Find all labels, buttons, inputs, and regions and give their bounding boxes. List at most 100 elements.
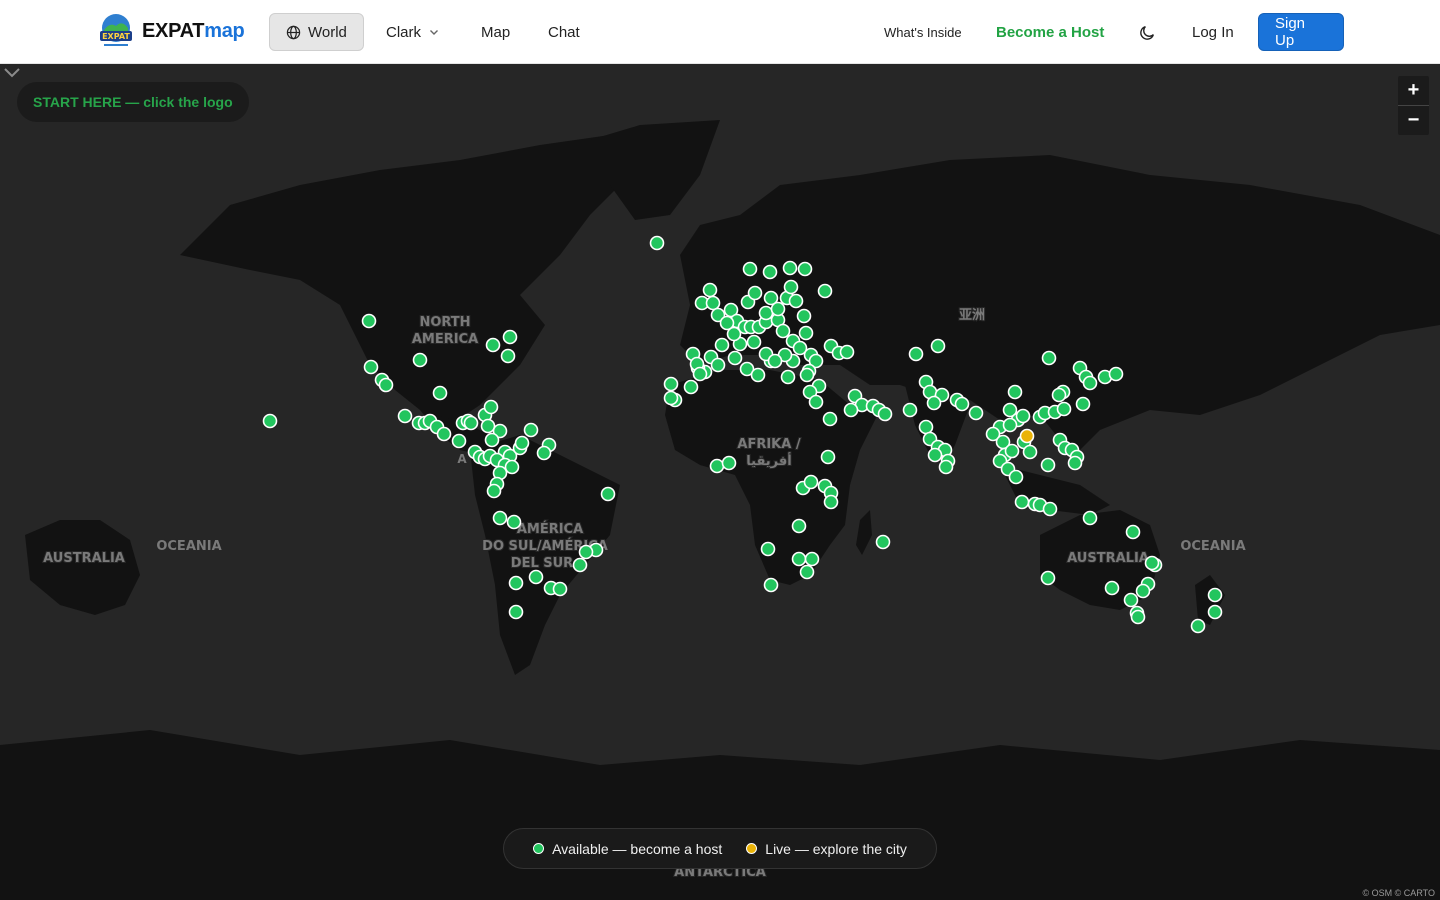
city-pin-available[interactable] (705, 295, 721, 311)
city-pin-available[interactable] (649, 235, 665, 251)
city-pin-available[interactable] (504, 459, 520, 475)
start-here-hint[interactable]: START HERE — click the logo (17, 82, 249, 122)
city-pin-available[interactable] (1022, 444, 1038, 460)
city-pin-available[interactable] (762, 264, 778, 280)
city-pin-available[interactable] (1067, 455, 1083, 471)
signup-button[interactable]: Sign Up (1258, 13, 1344, 51)
scroll-down-chevron-icon[interactable] (0, 65, 24, 81)
city-pin-available[interactable] (1207, 604, 1223, 620)
city-pin-available[interactable] (1040, 457, 1056, 473)
city-pin-available[interactable] (930, 338, 946, 354)
city-pin-available[interactable] (1135, 583, 1151, 599)
city-pin-available[interactable] (1040, 570, 1056, 586)
city-pin-available[interactable] (492, 510, 508, 526)
city-pin-available[interactable] (1207, 587, 1223, 603)
city-pin-available[interactable] (1041, 350, 1057, 366)
city-pin-available[interactable] (820, 449, 836, 465)
city-pin-available[interactable] (839, 344, 855, 360)
city-pin-available[interactable] (485, 337, 501, 353)
world-button[interactable]: World (269, 13, 364, 51)
city-pin-available[interactable] (1015, 408, 1031, 424)
city-pin-available[interactable] (758, 305, 774, 321)
city-pin-available[interactable] (1130, 609, 1146, 625)
city-pin-available[interactable] (1104, 580, 1120, 596)
zoom-in-button[interactable]: + (1398, 76, 1429, 105)
city-pin-available[interactable] (750, 367, 766, 383)
theme-toggle-button[interactable] (1127, 13, 1168, 51)
city-pin-available[interactable] (484, 432, 500, 448)
city-pin-available[interactable] (262, 413, 278, 429)
city-pin-available[interactable] (804, 551, 820, 567)
city-pin-available[interactable] (721, 455, 737, 471)
city-pin-live[interactable] (1019, 428, 1035, 444)
city-pin-available[interactable] (1004, 443, 1020, 459)
city-pin-available[interactable] (412, 352, 428, 368)
city-pin-available[interactable] (1190, 618, 1206, 634)
city-pin-available[interactable] (508, 575, 524, 591)
city-pin-available[interactable] (938, 459, 954, 475)
city-pin-available[interactable] (692, 366, 708, 382)
city-pin-available[interactable] (702, 282, 718, 298)
city-pin-available[interactable] (451, 433, 467, 449)
nav-chat-link[interactable]: Chat (532, 13, 596, 51)
city-pin-available[interactable] (463, 415, 479, 431)
city-pin-available[interactable] (1051, 387, 1067, 403)
city-dropdown[interactable]: Clark (370, 13, 456, 51)
city-pin-available[interactable] (514, 435, 530, 451)
city-pin-available[interactable] (1075, 396, 1091, 412)
city-pin-available[interactable] (747, 285, 763, 301)
city-pin-available[interactable] (760, 541, 776, 557)
city-pin-available[interactable] (361, 313, 377, 329)
city-pin-available[interactable] (746, 334, 762, 350)
city-pin-available[interactable] (663, 390, 679, 406)
city-pin-available[interactable] (378, 377, 394, 393)
city-pin-available[interactable] (528, 569, 544, 585)
city-pin-available[interactable] (727, 350, 743, 366)
city-pin-available[interactable] (775, 323, 791, 339)
city-pin-available[interactable] (432, 385, 448, 401)
city-pin-available[interactable] (968, 405, 984, 421)
city-pin-available[interactable] (799, 564, 815, 580)
city-pin-available[interactable] (797, 261, 813, 277)
city-pin-available[interactable] (902, 402, 918, 418)
city-pin-available[interactable] (875, 534, 891, 550)
city-pin-available[interactable] (1144, 555, 1160, 571)
city-pin-available[interactable] (710, 357, 726, 373)
city-pin-available[interactable] (486, 483, 502, 499)
logo[interactable]: EXPAT EXPATmap (98, 12, 245, 50)
city-pin-available[interactable] (798, 325, 814, 341)
city-pin-available[interactable] (843, 402, 859, 418)
city-pin-available[interactable] (502, 329, 518, 345)
city-pin-available[interactable] (578, 544, 594, 560)
city-pin-available[interactable] (552, 581, 568, 597)
city-pin-available[interactable] (500, 348, 516, 364)
city-pin-available[interactable] (600, 486, 616, 502)
city-pin-available[interactable] (1042, 501, 1058, 517)
city-pin-available[interactable] (1056, 401, 1072, 417)
city-pin-available[interactable] (791, 551, 807, 567)
whats-inside-link[interactable]: What's Inside (868, 13, 978, 51)
city-pin-available[interactable] (877, 406, 893, 422)
city-pin-available[interactable] (436, 426, 452, 442)
city-pin-available[interactable] (483, 399, 499, 415)
city-pin-available[interactable] (1082, 375, 1098, 391)
city-pin-available[interactable] (663, 376, 679, 392)
city-pin-available[interactable] (536, 445, 552, 461)
become-host-link[interactable]: Become a Host (980, 13, 1120, 51)
city-pin-available[interactable] (719, 315, 735, 331)
city-pin-available[interactable] (709, 458, 725, 474)
city-pin-available[interactable] (817, 283, 833, 299)
city-pin-available[interactable] (767, 353, 783, 369)
city-pin-available[interactable] (363, 359, 379, 375)
city-pin-available[interactable] (714, 337, 730, 353)
city-pin-available[interactable] (927, 447, 943, 463)
city-pin-available[interactable] (782, 260, 798, 276)
city-pin-available[interactable] (523, 422, 539, 438)
city-pin-available[interactable] (397, 408, 413, 424)
city-pin-available[interactable] (506, 514, 522, 530)
city-pin-available[interactable] (926, 395, 942, 411)
city-pin-available[interactable] (954, 396, 970, 412)
nav-map-link[interactable]: Map (465, 13, 526, 51)
city-pin-available[interactable] (1008, 469, 1024, 485)
city-pin-available[interactable] (908, 346, 924, 362)
